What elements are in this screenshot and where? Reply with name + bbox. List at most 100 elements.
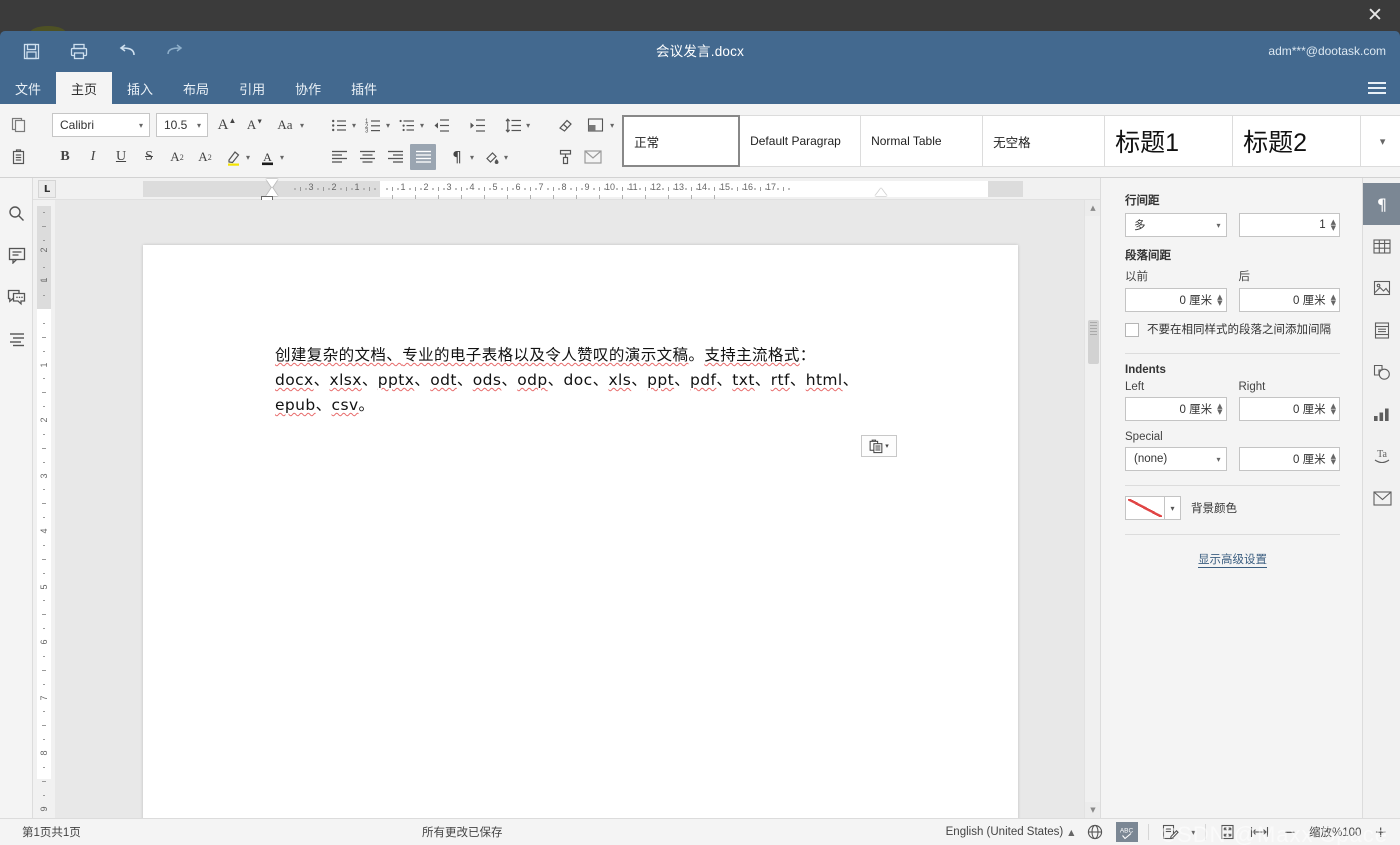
tab-layout[interactable]: 布局: [168, 72, 224, 104]
chevron-up-icon[interactable]: ▲: [1068, 828, 1074, 837]
zoom-in-button[interactable]: +: [1371, 823, 1390, 841]
window-close-button[interactable]: ✕: [1358, 0, 1392, 31]
chevron-down-icon[interactable]: ▾: [352, 121, 356, 130]
tab-references[interactable]: 引用: [224, 72, 280, 104]
vertical-ruler[interactable]: 21123456789: [33, 200, 55, 818]
scrollbar-thumb[interactable]: [1088, 320, 1099, 364]
bold-button[interactable]: B: [52, 144, 78, 170]
shape-settings-icon[interactable]: [1363, 351, 1400, 393]
fit-page-icon[interactable]: [1216, 822, 1238, 842]
scroll-up-button[interactable]: ▲: [1085, 200, 1101, 216]
chevron-down-icon[interactable]: ▾: [1191, 828, 1195, 837]
set-document-language-icon[interactable]: [1084, 822, 1106, 842]
chevron-down-icon[interactable]: ▾: [1216, 221, 1220, 230]
style-no-spacing[interactable]: 无空格: [983, 115, 1106, 167]
background-color-swatch[interactable]: [1125, 496, 1165, 520]
tab-stop-selector[interactable]: L: [38, 180, 56, 198]
chevron-down-icon[interactable]: ▾: [246, 153, 250, 162]
shading-color-icon[interactable]: [478, 144, 504, 170]
chevron-down-icon[interactable]: ▾: [386, 121, 390, 130]
expand-styles-button[interactable]: ▾: [1361, 115, 1400, 167]
multilevel-list-icon[interactable]: [394, 112, 420, 138]
chevron-down-icon[interactable]: ▾: [280, 153, 284, 162]
numbered-list-icon[interactable]: 1 2 3: [360, 112, 386, 138]
clear-formatting-icon[interactable]: [552, 112, 578, 138]
chart-settings-icon[interactable]: [1363, 393, 1400, 435]
track-changes-icon[interactable]: [1159, 822, 1181, 842]
indent-left-stepper[interactable]: 0 厘米 ▲ ▼: [1125, 397, 1227, 421]
decrease-font-size-icon[interactable]: A▼: [242, 112, 268, 138]
mail-merge-icon[interactable]: [1363, 477, 1400, 519]
tab-file[interactable]: 文件: [0, 72, 56, 104]
tab-home[interactable]: 主页: [56, 72, 113, 104]
indent-right-stepper[interactable]: 0 厘米 ▲ ▼: [1238, 397, 1340, 421]
line-spacing-icon[interactable]: [500, 112, 526, 138]
align-center-icon[interactable]: [354, 144, 380, 170]
font-color-icon[interactable]: A: [254, 144, 280, 170]
formatting-marks-icon[interactable]: ¶: [444, 144, 470, 170]
chevron-down-icon[interactable]: ▾: [197, 121, 201, 130]
chevron-down-icon[interactable]: ▾: [1216, 455, 1220, 464]
special-indent-select[interactable]: (none) ▾: [1125, 447, 1227, 471]
spacing-before-stepper[interactable]: 0 厘米 ▲ ▼: [1125, 288, 1227, 312]
stepper-arrows-icon[interactable]: ▲ ▼: [1331, 453, 1336, 466]
italic-button[interactable]: I: [80, 144, 106, 170]
stepper-arrows-icon[interactable]: ▲ ▼: [1331, 403, 1336, 416]
font-family-select[interactable]: Calibri ▾: [52, 113, 150, 137]
headings-icon[interactable]: [0, 318, 33, 360]
right-indent-marker[interactable]: [875, 188, 887, 196]
tab-plugins[interactable]: 插件: [336, 72, 392, 104]
comment-icon[interactable]: [0, 234, 33, 276]
chevron-down-icon[interactable]: ▾: [526, 121, 530, 130]
font-size-select[interactable]: 10.5 ▾: [156, 113, 208, 137]
copy-icon[interactable]: [6, 112, 32, 138]
spacing-after-stepper[interactable]: 0 厘米 ▲ ▼: [1238, 288, 1340, 312]
paste-options-icon[interactable]: ▾: [861, 435, 897, 457]
document-vertical-scrollbar[interactable]: ▲ ▼: [1084, 200, 1101, 818]
no-space-same-style-checkbox[interactable]: [1125, 323, 1139, 337]
style-heading-1[interactable]: 标题1: [1105, 115, 1234, 167]
page-count-label[interactable]: 第1页共1页: [22, 824, 81, 840]
search-icon[interactable]: [0, 192, 33, 234]
show-advanced-settings-link[interactable]: 显示高级设置: [1198, 554, 1267, 568]
header-footer-settings-icon[interactable]: [1363, 309, 1400, 351]
horizontal-ruler[interactable]: L 3 2 1 1 2 3 4 5 6 7 8 9 10 11 12 13 14 15 16 17: [33, 178, 1100, 204]
superscript-button[interactable]: A2: [164, 144, 190, 170]
chevron-down-icon[interactable]: ▾: [420, 121, 424, 130]
line-spacing-mode-select[interactable]: 多 ▾: [1125, 213, 1227, 237]
align-right-icon[interactable]: [382, 144, 408, 170]
subscript-button[interactable]: A2: [192, 144, 218, 170]
hamburger-menu-icon[interactable]: [1368, 72, 1386, 104]
account-label[interactable]: adm***@dootask.com: [1268, 31, 1386, 72]
format-painter-icon[interactable]: [552, 144, 578, 170]
chevron-down-icon[interactable]: ▾: [1165, 496, 1181, 520]
table-settings-icon[interactable]: [1363, 225, 1400, 267]
document-page[interactable]: 创建复杂的文档、专业的电子表格以及令人赞叹的演示文稿。支持主流格式： docx、…: [143, 245, 1018, 818]
tab-insert[interactable]: 插入: [112, 72, 168, 104]
chevron-down-icon[interactable]: ▾: [610, 121, 614, 130]
stepper-arrows-icon[interactable]: ▲ ▼: [1331, 294, 1336, 307]
zoom-level-label[interactable]: 缩放%100: [1309, 824, 1361, 840]
mail-merge-icon[interactable]: [580, 144, 606, 170]
chevron-down-icon[interactable]: ▾: [300, 121, 304, 130]
zoom-out-button[interactable]: −: [1280, 823, 1299, 841]
document-text[interactable]: 创建复杂的文档、专业的电子表格以及令人赞叹的演示文稿。支持主流格式： docx、…: [275, 343, 883, 418]
spell-check-icon[interactable]: ABC: [1116, 822, 1139, 842]
tab-collaboration[interactable]: 协作: [280, 72, 336, 104]
highlight-color-icon[interactable]: [220, 144, 246, 170]
no-space-same-style-row[interactable]: 不要在相同样式的段落之间添加间隔: [1125, 322, 1340, 339]
style-default-paragraph[interactable]: Default Paragrap: [740, 115, 862, 167]
increase-font-size-icon[interactable]: A▲: [214, 112, 240, 138]
chevron-down-icon[interactable]: ▾: [139, 121, 143, 130]
underline-button[interactable]: U: [108, 144, 134, 170]
stepper-arrows-icon[interactable]: ▲ ▼: [1217, 294, 1222, 307]
style-heading-2[interactable]: 标题2: [1233, 115, 1362, 167]
stepper-arrows-icon[interactable]: ▲ ▼: [1217, 403, 1222, 416]
line-spacing-value-stepper[interactable]: 1 ▲ ▼: [1238, 213, 1340, 237]
increase-indent-icon[interactable]: [464, 112, 490, 138]
chat-icon[interactable]: [0, 276, 33, 318]
special-indent-amount-stepper[interactable]: 0 厘米 ▲ ▼: [1238, 447, 1340, 471]
paragraph-settings-icon[interactable]: ¶: [1363, 183, 1400, 225]
style-normal[interactable]: 正常: [622, 115, 741, 167]
language-selector[interactable]: English (United States) ▲: [946, 826, 1075, 838]
